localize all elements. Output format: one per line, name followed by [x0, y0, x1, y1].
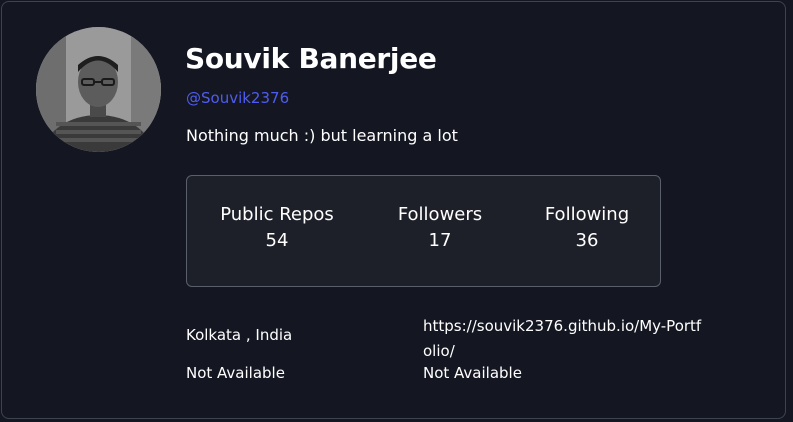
- location-text: Kolkata , India: [186, 326, 293, 344]
- profile-login-link[interactable]: @Souvik2376: [186, 89, 289, 107]
- company-text: Not Available: [423, 364, 522, 382]
- profile-name: Souvik Banerjee: [185, 42, 437, 75]
- profile-card: Souvik Banerjee @Souvik2376 Nothing much…: [1, 1, 786, 419]
- stat-value: 54: [265, 230, 289, 251]
- avatar: [36, 27, 161, 152]
- stat-label: Followers: [397, 204, 483, 225]
- stat-value: 17: [428, 230, 452, 251]
- stat-value: 36: [575, 230, 599, 251]
- stats-panel: Public Repos 54 Followers 17 Following 3…: [186, 175, 661, 287]
- stat-label: Public Repos: [220, 204, 334, 225]
- avatar-photo: [36, 27, 161, 152]
- stat-label: Following: [544, 204, 630, 225]
- stat-followers: Followers 17: [380, 204, 500, 251]
- profile-bio: Nothing much :) but learning a lot: [186, 126, 458, 145]
- stat-public-repos: Public Repos 54: [207, 204, 347, 251]
- blog-link[interactable]: https://souvik2376.github.io/My-Portfoli…: [423, 314, 703, 364]
- twitter-text: Not Available: [186, 364, 285, 382]
- stat-following: Following 36: [527, 204, 647, 251]
